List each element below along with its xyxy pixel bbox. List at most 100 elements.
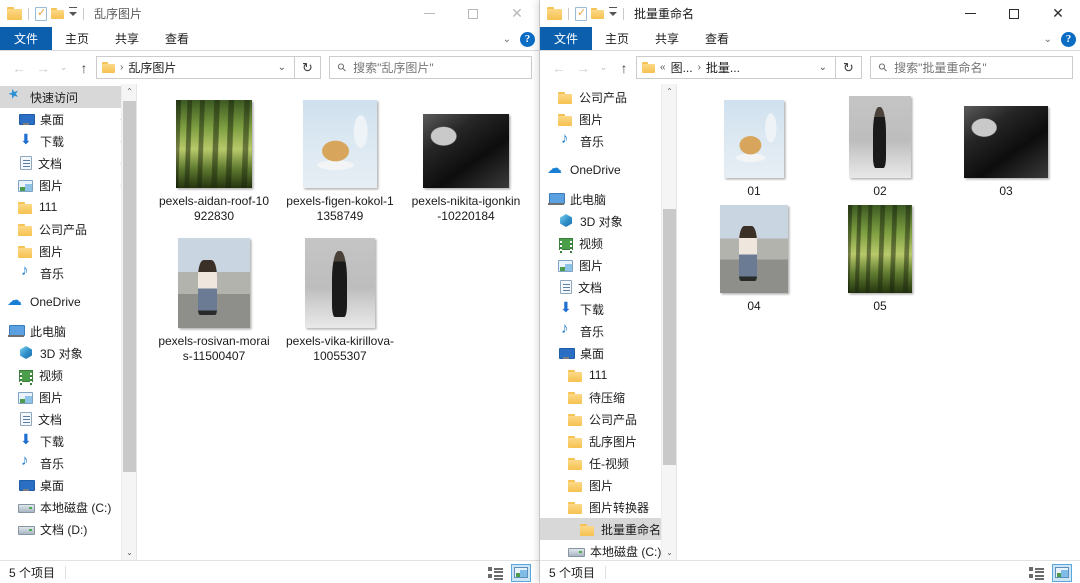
navigation-list[interactable]: 快速访问桌面📌下载📌文档📌图片📌111公司产品图片音乐OneDrive此电脑3D… bbox=[0, 84, 136, 540]
sidebar-item-文档 (D:)[interactable]: 文档 (D:) bbox=[0, 518, 136, 540]
large-icons-view-button[interactable] bbox=[511, 563, 531, 582]
chevron-down-icon[interactable]: ⌄ bbox=[1041, 34, 1055, 45]
sidebar-item-批量重命名[interactable]: 批量重命名 bbox=[540, 518, 676, 540]
recent-locations-button[interactable]: ⌄ bbox=[55, 56, 72, 80]
scroll-up-icon[interactable]: ⌃ bbox=[662, 84, 676, 99]
sidebar-item-下载[interactable]: 下载📌 bbox=[0, 130, 136, 152]
file-list-pane[interactable]: 01 02 03 04 05 bbox=[677, 84, 1080, 560]
file-name[interactable]: pexels-figen-kokol-11358749 bbox=[284, 194, 396, 224]
help-icon[interactable]: ? bbox=[520, 31, 535, 47]
title-bar[interactable]: 乱序图片 ✕ bbox=[0, 0, 539, 27]
explorer-window-left[interactable]: 乱序图片 ✕ 文件 主页 共享 查看 ⌄ ? ← → ⌄ ↑ › bbox=[0, 0, 540, 583]
sidebar-item-快速访问[interactable]: 快速访问 bbox=[0, 86, 136, 108]
sidebar-item-111[interactable]: 111 bbox=[0, 196, 136, 218]
sidebar-item-音乐[interactable]: 音乐 bbox=[540, 130, 676, 152]
minimize-button[interactable] bbox=[407, 0, 451, 27]
refresh-button[interactable]: ↻ bbox=[836, 56, 862, 79]
back-button[interactable]: ← bbox=[547, 56, 571, 80]
scrollbar-thumb[interactable] bbox=[663, 209, 676, 465]
breadcrumb-item[interactable]: 乱序图片 bbox=[128, 59, 176, 76]
chevron-down-icon[interactable] bbox=[609, 11, 617, 16]
file-tile[interactable]: 03 bbox=[943, 92, 1069, 199]
help-icon[interactable]: ? bbox=[1061, 31, 1076, 47]
navigation-pane[interactable]: 公司产品图片音乐OneDrive此电脑3D 对象视频图片文档下载音乐桌面111待… bbox=[540, 84, 676, 560]
minimize-button[interactable] bbox=[948, 0, 992, 27]
folder-icon[interactable] bbox=[7, 7, 22, 20]
sidebar-item-图片[interactable]: 图片 bbox=[0, 386, 136, 408]
scrollbar-thumb[interactable] bbox=[123, 101, 136, 472]
file-name[interactable]: pexels-vika-kirillova-10055307 bbox=[284, 334, 396, 364]
sidebar-item-OneDrive[interactable]: OneDrive bbox=[540, 159, 676, 181]
file-thumbnail[interactable] bbox=[303, 100, 377, 188]
file-thumbnail[interactable] bbox=[178, 238, 250, 328]
address-bar[interactable]: › 乱序图片 ⌄ bbox=[96, 56, 295, 79]
sidebar-item-3D 对象[interactable]: 3D 对象 bbox=[0, 342, 136, 364]
sidebar-item-3D 对象[interactable]: 3D 对象 bbox=[540, 210, 676, 232]
file-tile[interactable]: 02 bbox=[817, 92, 943, 199]
sidebar-item-音乐[interactable]: 音乐 bbox=[0, 262, 136, 284]
sidebar-item-OneDrive[interactable]: OneDrive bbox=[0, 291, 136, 313]
explorer-window-right[interactable]: 批量重命名 ✕ 文件 主页 共享 查看 ⌄ ? ← → ⌄ ↑ « bbox=[540, 0, 1080, 583]
properties-icon[interactable] bbox=[575, 6, 587, 21]
tab-view[interactable]: 查看 bbox=[152, 27, 202, 50]
file-thumbnail[interactable] bbox=[423, 114, 509, 188]
scroll-down-icon[interactable]: ⌄ bbox=[662, 545, 676, 560]
sidebar-item-本地磁盘 (C:)[interactable]: 本地磁盘 (C:) bbox=[540, 540, 676, 560]
sidebar-item-公司产品[interactable]: 公司产品 bbox=[540, 408, 676, 430]
breadcrumb-item[interactable]: 图... bbox=[671, 59, 693, 76]
chevron-down-icon[interactable] bbox=[69, 11, 77, 16]
caption-buttons[interactable]: ✕ bbox=[407, 0, 539, 27]
file-name[interactable]: pexels-rosivan-morais-11500407 bbox=[158, 334, 270, 364]
ribbon-tabs[interactable]: 文件 主页 共享 查看 ⌄ ? bbox=[540, 27, 1080, 51]
forward-button[interactable]: → bbox=[31, 56, 55, 80]
sidebar-item-图片[interactable]: 图片 bbox=[540, 254, 676, 276]
maximize-button[interactable] bbox=[992, 0, 1036, 27]
file-tile[interactable]: 01 bbox=[691, 92, 817, 199]
file-thumbnail[interactable] bbox=[176, 100, 252, 188]
sidebar-item-公司产品[interactable]: 公司产品 bbox=[0, 218, 136, 240]
sidebar-item-图片[interactable]: 图片 bbox=[540, 108, 676, 130]
file-name[interactable]: pexels-aidan-roof-10922830 bbox=[158, 194, 270, 224]
file-tile[interactable]: 04 bbox=[691, 205, 817, 314]
recent-locations-button[interactable]: ⌄ bbox=[595, 56, 612, 80]
sidebar-item-桌面[interactable]: 桌面 bbox=[0, 474, 136, 496]
sidebar-item-111[interactable]: 111 bbox=[540, 364, 676, 386]
file-thumbnail[interactable] bbox=[724, 100, 784, 178]
chevron-down-icon[interactable]: ⌄ bbox=[272, 62, 292, 73]
sidebar-item-视频[interactable]: 视频 bbox=[0, 364, 136, 386]
sidebar-item-乱序图片[interactable]: 乱序图片 bbox=[540, 430, 676, 452]
view-toggle-group[interactable] bbox=[485, 561, 531, 583]
file-thumbnail[interactable] bbox=[964, 106, 1048, 178]
details-view-button[interactable] bbox=[485, 564, 505, 582]
up-button[interactable]: ↑ bbox=[612, 56, 636, 80]
file-name[interactable]: 05 bbox=[830, 299, 930, 314]
navigation-scrollbar[interactable]: ⌃ ⌄ bbox=[121, 84, 136, 560]
file-tile[interactable]: pexels-rosivan-morais-11500407 bbox=[151, 232, 277, 364]
breadcrumb-item[interactable]: 批量... bbox=[706, 59, 740, 76]
new-folder-icon[interactable] bbox=[591, 8, 604, 19]
folder-icon[interactable] bbox=[547, 7, 562, 20]
navigation-scrollbar[interactable]: ⌃ ⌄ bbox=[661, 84, 676, 560]
tab-file[interactable]: 文件 bbox=[0, 27, 53, 50]
breadcrumb-overflow[interactable]: « bbox=[660, 62, 666, 73]
sidebar-item-本地磁盘 (C:)[interactable]: 本地磁盘 (C:) bbox=[0, 496, 136, 518]
sidebar-item-音乐[interactable]: 音乐 bbox=[540, 320, 676, 342]
tab-view[interactable]: 查看 bbox=[692, 27, 742, 50]
file-thumbnail[interactable] bbox=[305, 238, 375, 328]
ribbon-tabs[interactable]: 文件 主页 共享 查看 ⌄ ? bbox=[0, 27, 539, 51]
sidebar-item-桌面[interactable]: 桌面 bbox=[540, 342, 676, 364]
sidebar-item-图片[interactable]: 图片 bbox=[540, 474, 676, 496]
sidebar-item-图片转换器[interactable]: 图片转换器 bbox=[540, 496, 676, 518]
file-name[interactable]: 02 bbox=[830, 184, 930, 199]
sidebar-item-任-视频[interactable]: 任-视频 bbox=[540, 452, 676, 474]
tab-file[interactable]: 文件 bbox=[540, 27, 593, 50]
file-tile[interactable]: pexels-vika-kirillova-10055307 bbox=[277, 232, 403, 364]
tab-home[interactable]: 主页 bbox=[592, 27, 642, 50]
file-name[interactable]: 03 bbox=[956, 184, 1056, 199]
sidebar-item-此电脑[interactable]: 此电脑 bbox=[540, 188, 676, 210]
title-bar[interactable]: 批量重命名 ✕ bbox=[540, 0, 1080, 27]
tab-home[interactable]: 主页 bbox=[52, 27, 102, 50]
view-toggle-group[interactable] bbox=[1026, 561, 1072, 583]
forward-button[interactable]: → bbox=[571, 56, 595, 80]
close-button[interactable]: ✕ bbox=[1036, 0, 1080, 27]
